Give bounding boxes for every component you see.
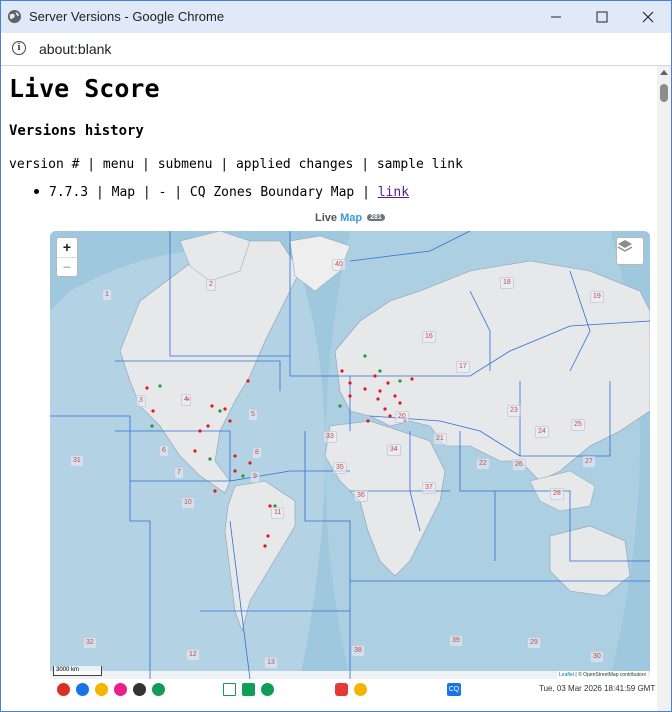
zone-label: 9: [250, 471, 260, 483]
address-bar: i about:blank: [1, 33, 671, 66]
zone-label: 19: [590, 291, 604, 303]
globe-green-icon[interactable]: [152, 683, 165, 696]
column-headers: version # | menu | submenu | applied cha…: [9, 157, 463, 172]
zoom-out-button[interactable]: −: [57, 257, 77, 277]
layers-button[interactable]: [616, 237, 644, 265]
close-button[interactable]: [625, 1, 671, 33]
zone-label: 13: [264, 657, 278, 669]
zone-label: 38: [351, 645, 365, 657]
cq-button[interactable]: CQ: [447, 683, 461, 696]
zone-label: 32: [83, 637, 97, 649]
zone-label: 11: [271, 507, 285, 519]
scroll-up-icon[interactable]: [660, 70, 668, 75]
zone-label: 6: [159, 445, 169, 457]
zoom-in-button[interactable]: +: [57, 238, 77, 257]
window-title: Server Versions - Google Chrome: [29, 9, 225, 24]
url-field[interactable]: about:blank: [39, 41, 111, 57]
zone-label: 36: [354, 490, 368, 502]
title-bar: Server Versions - Google Chrome: [1, 1, 671, 33]
sun-icon[interactable]: [354, 683, 367, 696]
globe-pink-icon[interactable]: [114, 683, 127, 696]
zone-label: 24: [535, 426, 549, 438]
leaflet-link[interactable]: Leaflet: [559, 672, 574, 678]
maximize-icon: [596, 11, 608, 23]
fullscreen-icon[interactable]: [223, 683, 236, 696]
map-title-live: Live: [315, 212, 338, 224]
info-icon[interactable]: i: [12, 41, 26, 55]
globe-black-icon[interactable]: [133, 683, 146, 696]
attribution-text: | © OpenStreetMap contributors: [574, 672, 646, 678]
minimize-icon: [551, 16, 561, 18]
page-title: Live Score: [9, 74, 160, 103]
globe-network-icon[interactable]: [261, 683, 274, 696]
page-content: Live Score Versions history version # | …: [1, 66, 657, 711]
bullet-icon: [34, 189, 39, 194]
zone-label: 22: [476, 458, 490, 470]
entry-link[interactable]: link: [378, 185, 409, 200]
browser-window: Server Versions - Google Chrome i about:…: [0, 0, 672, 712]
zone-label: 1: [102, 289, 112, 301]
zone-label: 33: [323, 431, 337, 443]
zone-label: 21: [433, 433, 447, 445]
map-title-map: Map: [340, 212, 363, 224]
zone-label: 10: [181, 497, 195, 509]
zone-label: 28: [550, 488, 564, 500]
zone-label: 30: [590, 651, 604, 663]
zone-label: 34: [387, 444, 401, 456]
zone-label: 18: [500, 277, 514, 289]
zone-label: 4: [181, 394, 191, 406]
zone-label: 25: [571, 419, 585, 431]
zone-label: 40: [332, 259, 346, 271]
map-attribution: Leaflet | © OpenStreetMap contributors: [557, 671, 648, 679]
zone-label: 31: [70, 455, 84, 467]
zone-label: 26: [512, 459, 526, 471]
zone-label: 27: [582, 456, 596, 468]
maximize-button[interactable]: [579, 1, 625, 33]
zone-label: 5: [248, 409, 258, 421]
heart-pulse-icon[interactable]: [335, 683, 348, 696]
globe-icon: [7, 9, 22, 24]
map-scale: 3000 km: [53, 666, 102, 676]
zone-label: 2: [206, 279, 216, 291]
zoom-control: + −: [56, 237, 78, 277]
zone-label: 3: [136, 395, 146, 407]
vertical-scrollbar[interactable]: [657, 66, 671, 711]
count-badge: 281: [367, 214, 385, 221]
entry-text: 7.7.3 | Map | - | CQ Zones Boundary Map …: [49, 185, 378, 200]
list-item: 7.7.3 | Map | - | CQ Zones Boundary Map …: [34, 185, 409, 200]
minimize-button[interactable]: [533, 1, 579, 33]
map-canvas[interactable]: [50, 231, 650, 679]
save-icon[interactable]: [242, 683, 255, 696]
section-title: Versions history: [9, 123, 144, 139]
map-view[interactable]: + − 1 2 3 4 5 6 7 8 9 10 11 12 13 16 17 18 19 20 21 22 23 24 2…: [50, 231, 650, 679]
zone-label: 12: [186, 649, 200, 661]
zone-label: 16: [422, 331, 436, 343]
zone-label: 17: [456, 361, 470, 373]
zone-label: 37: [422, 482, 436, 494]
zone-label: 29: [527, 637, 541, 649]
globe-yellow-icon[interactable]: [95, 683, 108, 696]
close-icon: [642, 11, 654, 23]
zone-label: 8: [252, 447, 262, 459]
zone-label: 7: [174, 467, 184, 479]
map-title: Live Map 281: [315, 212, 385, 224]
zone-label: 20: [395, 411, 409, 423]
globe-blue-icon[interactable]: [76, 683, 89, 696]
map-toolbar: CQ Tue, 03 Mar 2026 18:41:59 GMT: [1, 680, 657, 700]
timestamp: Tue, 03 Mar 2026 18:41:59 GMT: [539, 684, 656, 693]
zone-label: 39: [449, 635, 463, 647]
scroll-thumb[interactable]: [660, 84, 668, 102]
layers-icon: [617, 240, 633, 252]
zone-label: 35: [333, 462, 347, 474]
globe-red-icon[interactable]: [57, 683, 70, 696]
zone-label: 23: [507, 405, 521, 417]
